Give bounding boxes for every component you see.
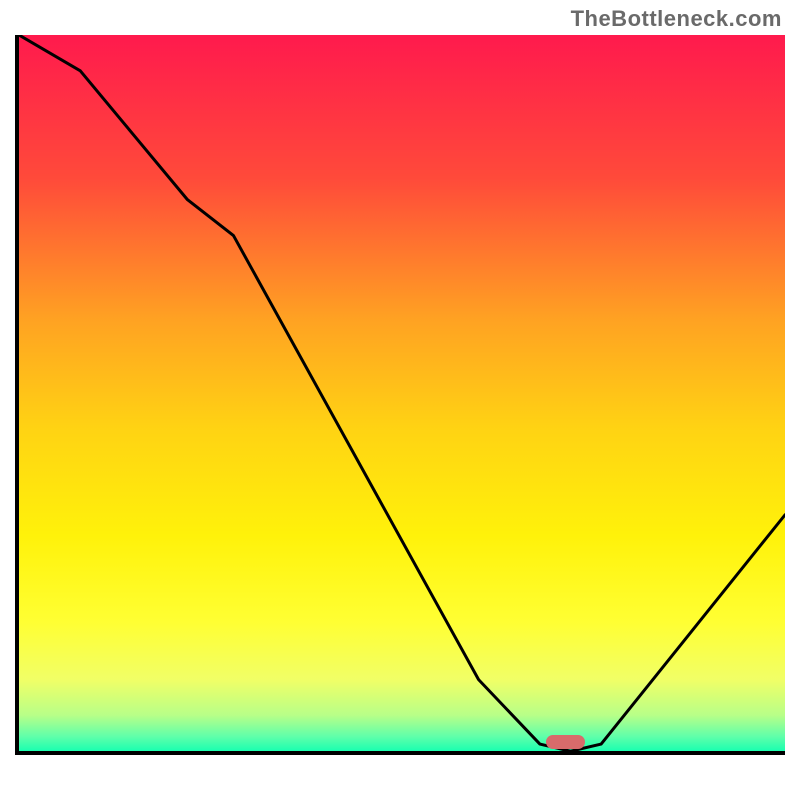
optimal-marker <box>546 735 585 749</box>
bottleneck-curve <box>19 35 785 751</box>
plot-area <box>15 35 785 755</box>
watermark-text: TheBottleneck.com <box>571 6 782 32</box>
